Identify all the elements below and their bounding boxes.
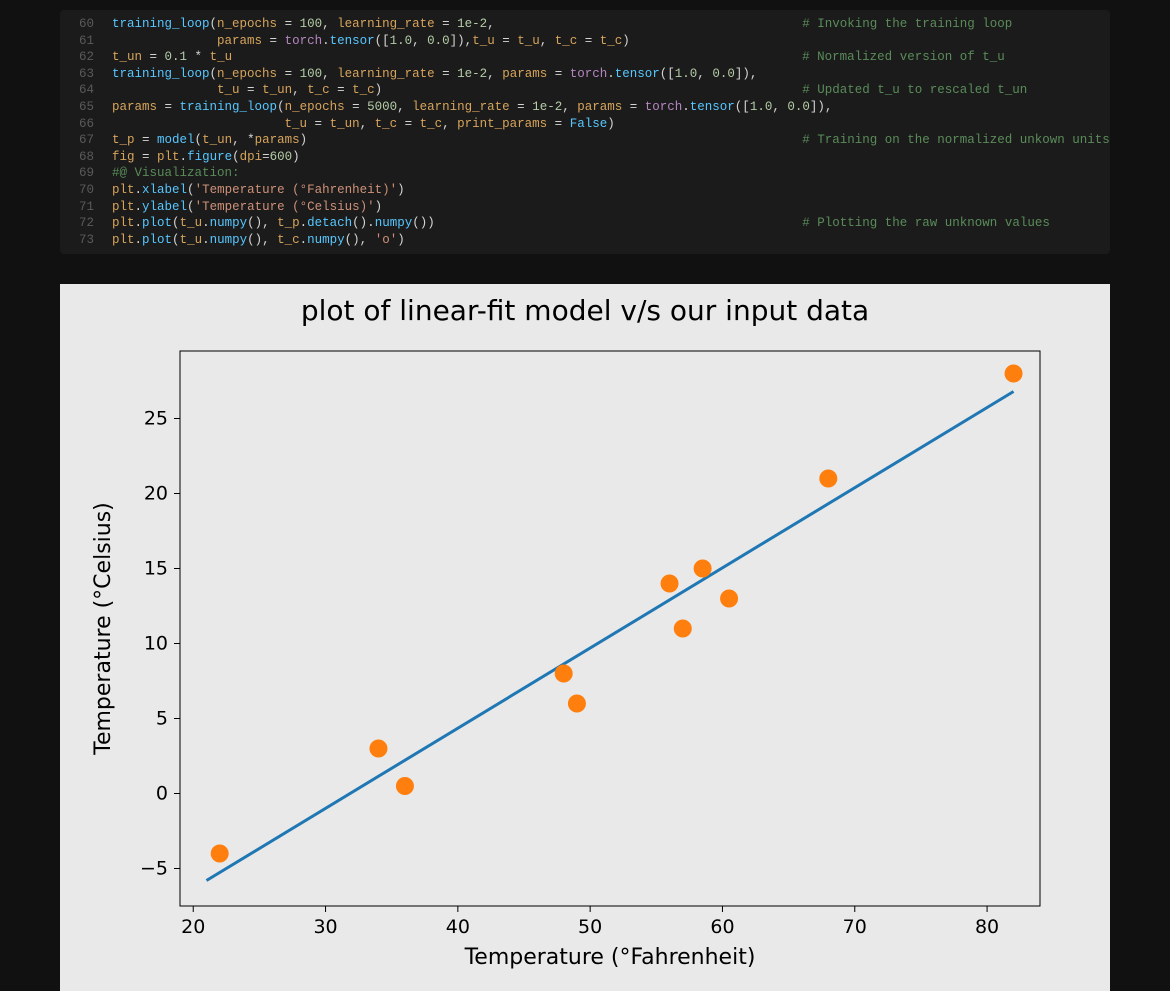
code-source[interactable]: training_loop(n_epochs = 100, learning_r… bbox=[112, 66, 757, 83]
data-point bbox=[720, 590, 738, 608]
data-point bbox=[369, 740, 387, 758]
line-number: 62 bbox=[60, 49, 112, 66]
x-axis-label: Temperature (°Fahrenheit) bbox=[464, 945, 756, 970]
data-point bbox=[568, 695, 586, 713]
line-number: 61 bbox=[60, 33, 112, 50]
line-number: 72 bbox=[60, 215, 112, 232]
plot-area bbox=[180, 351, 1040, 906]
chart-svg: 20 30 40 50 60 70 80 −5 0 5 10 15 20 25 Temperature (°… bbox=[70, 331, 1080, 986]
code-source[interactable]: #@ Visualization: bbox=[112, 165, 240, 182]
y-tick-label: 5 bbox=[156, 708, 168, 730]
x-tick-label: 60 bbox=[710, 916, 734, 938]
line-number: 60 bbox=[60, 16, 112, 33]
y-tick-label: 10 bbox=[144, 633, 168, 655]
line-number: 65 bbox=[60, 99, 112, 116]
code-source[interactable]: plt.ylabel('Temperature (°Celsius)') bbox=[112, 199, 382, 216]
x-tick-label: 30 bbox=[313, 916, 337, 938]
x-tick-label: 40 bbox=[446, 916, 470, 938]
line-number: 63 bbox=[60, 66, 112, 83]
code-comment: # Plotting the raw unknown values bbox=[802, 215, 1110, 232]
y-axis-label: Temperature (°Celsius) bbox=[91, 503, 116, 757]
data-point bbox=[211, 845, 229, 863]
x-tick-label: 70 bbox=[843, 916, 867, 938]
data-point bbox=[661, 575, 679, 593]
y-tick-label: 25 bbox=[144, 408, 168, 430]
code-source[interactable]: params = training_loop(n_epochs = 5000, … bbox=[112, 99, 832, 116]
y-tick-label: 20 bbox=[144, 483, 168, 505]
code-source[interactable]: t_un = 0.1 * t_u bbox=[112, 49, 232, 66]
code-source[interactable]: plt.xlabel('Temperature (°Fahrenheit)') bbox=[112, 182, 405, 199]
line-number: 66 bbox=[60, 116, 112, 133]
line-number: 71 bbox=[60, 199, 112, 216]
code-source[interactable]: t_u = t_un, t_c = t_c, print_params = Fa… bbox=[112, 116, 615, 133]
chart-container: plot of linear-fit model v/s our input d… bbox=[70, 294, 1100, 986]
line-number: 68 bbox=[60, 149, 112, 166]
data-point bbox=[694, 560, 712, 578]
code-comment: # Training on the normalized unkown unit… bbox=[802, 132, 1110, 149]
code-source[interactable]: params = torch.tensor([1.0, 0.0]),t_u = … bbox=[112, 33, 630, 50]
code-source[interactable]: t_u = t_un, t_c = t_c) bbox=[112, 82, 382, 99]
data-point bbox=[396, 777, 414, 795]
line-number: 73 bbox=[60, 232, 112, 249]
line-number: 69 bbox=[60, 165, 112, 182]
code-source[interactable]: fig = plt.figure(dpi=600) bbox=[112, 149, 300, 166]
y-tick-label: 0 bbox=[156, 783, 168, 805]
chart-title: plot of linear-fit model v/s our input d… bbox=[70, 294, 1100, 327]
x-tick-label: 20 bbox=[181, 916, 205, 938]
line-number: 67 bbox=[60, 132, 112, 149]
code-source[interactable]: t_p = model(t_un, *params) bbox=[112, 132, 307, 149]
code-comment: # Updated t_u to rescaled t_un bbox=[802, 82, 1110, 99]
code-source[interactable]: training_loop(n_epochs = 100, learning_r… bbox=[112, 16, 495, 33]
data-point bbox=[1005, 365, 1023, 383]
x-tick-label: 80 bbox=[975, 916, 999, 938]
code-source[interactable]: plt.plot(t_u.numpy(), t_c.numpy(), 'o') bbox=[112, 232, 405, 249]
fit-line bbox=[206, 392, 1013, 881]
notebook-output: plot of linear-fit model v/s our input d… bbox=[60, 284, 1110, 991]
data-point bbox=[674, 620, 692, 638]
code-source[interactable]: plt.plot(t_u.numpy(), t_p.detach().numpy… bbox=[112, 215, 435, 232]
line-number: 70 bbox=[60, 182, 112, 199]
line-number: 64 bbox=[60, 82, 112, 99]
data-point bbox=[555, 665, 573, 683]
code-comment: # Invoking the training loop bbox=[802, 16, 1110, 33]
code-editor: 60training_loop(n_epochs = 100, learning… bbox=[60, 10, 1110, 254]
data-point bbox=[819, 470, 837, 488]
y-tick-label: −5 bbox=[140, 858, 168, 880]
code-comment: # Normalized version of t_u bbox=[802, 49, 1110, 66]
x-tick-label: 50 bbox=[578, 916, 602, 938]
y-tick-label: 15 bbox=[144, 558, 168, 580]
